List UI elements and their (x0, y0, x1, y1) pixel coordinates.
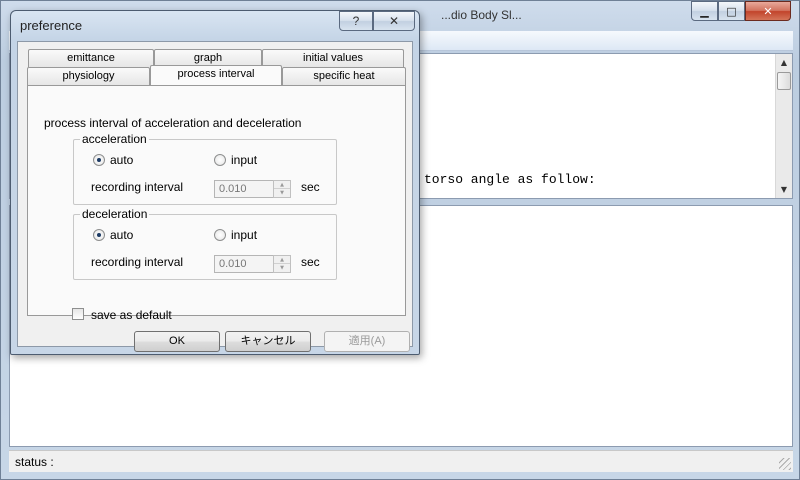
apply-button[interactable]: 適用(A) (324, 331, 410, 352)
process-interval-panel: process interval of acceleration and dec… (27, 85, 406, 316)
status-label: status : (15, 455, 54, 469)
deceleration-interval-label: recording interval (91, 255, 184, 269)
scroll-up-button[interactable]: ▲ (776, 54, 792, 71)
spin-up-icon[interactable]: ▲ (274, 256, 290, 264)
dialog-close-button[interactable]: ✕ (373, 11, 415, 31)
tab-process-interval[interactable]: process interval (150, 65, 282, 85)
deceleration-unit-label: sec (301, 255, 320, 269)
tab-initial-values[interactable]: initial values (262, 49, 404, 67)
preference-dialog: preference ? ✕ emittance graph initial v… (10, 10, 420, 355)
acceleration-interval-field[interactable]: 0.010 (214, 180, 274, 198)
acceleration-interval-label: recording interval (91, 180, 184, 194)
close-icon: ✕ (763, 4, 773, 18)
acceleration-input-radio[interactable] (214, 154, 226, 166)
help-icon: ? (352, 14, 360, 28)
section-title: process interval of acceleration and dec… (44, 116, 302, 130)
maximize-icon: □ (726, 4, 737, 18)
tab-emittance[interactable]: emittance (28, 49, 154, 67)
minimize-button[interactable]: ▁ (691, 1, 718, 21)
spin-up-icon[interactable]: ▲ (274, 181, 290, 189)
deceleration-auto-label[interactable]: auto (110, 228, 133, 242)
acceleration-unit-label: sec (301, 180, 320, 194)
scroll-down-button[interactable]: ▼ (776, 181, 792, 198)
acceleration-auto-radio[interactable] (93, 154, 105, 166)
deceleration-group: deceleration auto input recording interv… (73, 207, 337, 280)
spin-down-icon[interactable]: ▼ (274, 264, 290, 272)
resize-grip-icon[interactable] (779, 458, 791, 470)
tab-physiology[interactable]: physiology (27, 67, 150, 85)
acceleration-input-label[interactable]: input (231, 153, 257, 167)
tab-specific-heat[interactable]: specific heat (282, 67, 406, 85)
acceleration-group-label: acceleration (80, 132, 149, 146)
save-as-default-label[interactable]: save as default (91, 308, 172, 322)
vertical-scrollbar[interactable]: ▲ ▼ (775, 54, 792, 198)
close-window-button[interactable]: ✕ (745, 1, 791, 21)
scroll-down-icon: ▼ (780, 185, 788, 194)
deceleration-auto-radio[interactable] (93, 229, 105, 241)
save-as-default-checkbox[interactable] (72, 308, 84, 320)
cancel-button[interactable]: キャンセル (225, 331, 311, 352)
scroll-thumb[interactable] (777, 72, 791, 90)
main-window-title: ...dio Body Sl... (441, 8, 522, 22)
deceleration-group-label: deceleration (80, 207, 150, 221)
maximize-button[interactable]: □ (718, 1, 745, 21)
deceleration-interval-field[interactable]: 0.010 (214, 255, 274, 273)
dialog-client-area: emittance graph initial values physiolog… (17, 41, 413, 352)
ok-button[interactable]: OK (134, 331, 220, 352)
status-bar: status : (9, 450, 793, 472)
spin-down-icon[interactable]: ▼ (274, 189, 290, 197)
minimize-icon: ▁ (700, 4, 709, 18)
scroll-up-icon: ▲ (780, 58, 788, 67)
deceleration-input-radio[interactable] (214, 229, 226, 241)
acceleration-group: acceleration auto input recording interv… (73, 132, 337, 205)
deceleration-input-label[interactable]: input (231, 228, 257, 242)
close-icon: ✕ (388, 14, 400, 28)
help-button[interactable]: ? (339, 11, 373, 31)
upper-pane-text: torso angle as follow: (424, 172, 596, 187)
acceleration-interval-stepper[interactable]: ▲ ▼ (273, 180, 291, 198)
dialog-title: preference (20, 18, 83, 33)
acceleration-auto-label[interactable]: auto (110, 153, 133, 167)
deceleration-interval-stepper[interactable]: ▲ ▼ (273, 255, 291, 273)
